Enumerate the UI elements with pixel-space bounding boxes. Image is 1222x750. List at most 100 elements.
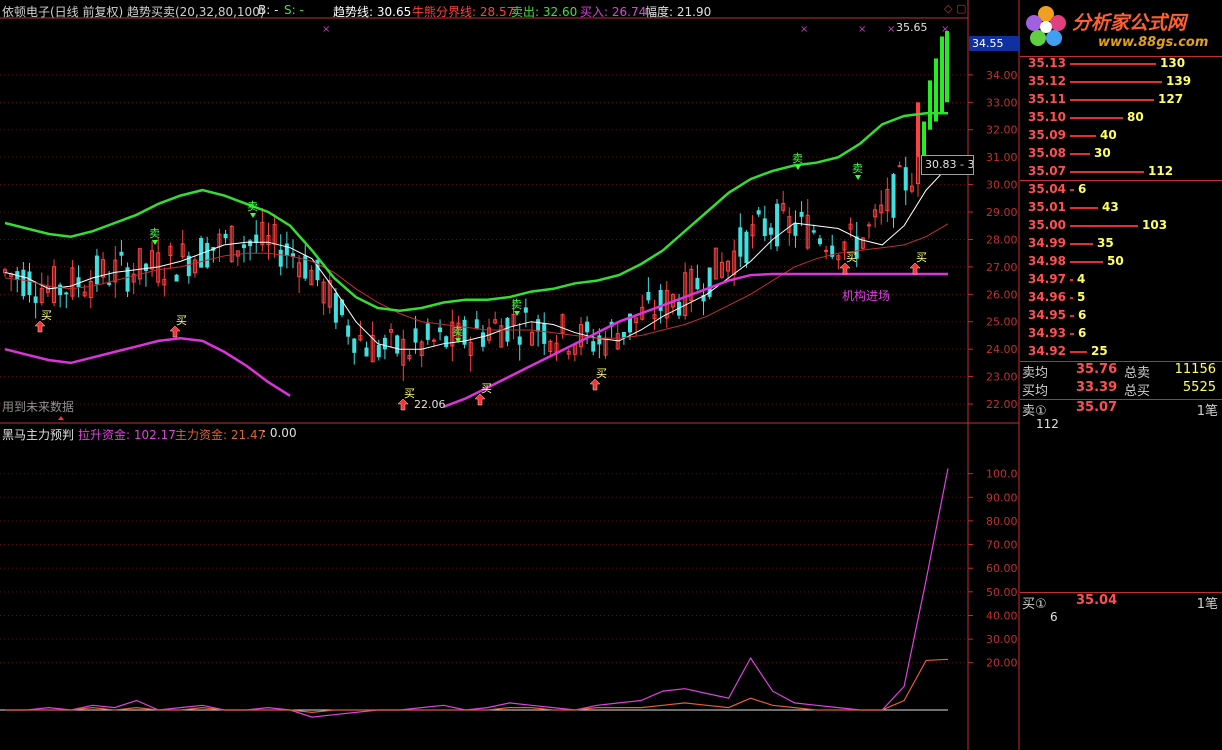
candle-body <box>646 291 651 301</box>
sub-title: 黑马主力预判 <box>2 428 75 442</box>
ask-volume: 80 <box>1127 110 1144 124</box>
candle-body <box>278 249 283 267</box>
candle-body <box>223 233 228 239</box>
candle-body <box>756 210 761 215</box>
bid-volume-bar <box>1070 351 1087 353</box>
candle-body <box>585 321 590 333</box>
ask-volume: 112 <box>1148 164 1174 178</box>
buy-marker: 买 <box>846 251 857 264</box>
ask-volume: 139 <box>1166 74 1192 88</box>
ask-volume-bar <box>1070 63 1156 65</box>
buy-arrow-icon <box>34 320 46 333</box>
candle-body <box>817 238 822 245</box>
buy-arrow-icon <box>474 393 486 406</box>
bid-price: 34.92 <box>1028 344 1066 358</box>
trend-value: 30.65 <box>376 5 412 19</box>
candle-body <box>523 307 528 313</box>
sell-arrow-icon <box>795 165 801 170</box>
sell-summary-row: 卖均 35.76 总卖 11156 <box>1020 362 1222 381</box>
sell-arrow-icon <box>152 240 158 245</box>
y-tick-label: 23.00 <box>986 371 1018 384</box>
candle-body <box>33 296 38 303</box>
trend-label: 趋势线: 30.65 <box>333 5 412 19</box>
sell-marker: 卖 <box>247 200 258 213</box>
y-tick-label: 28.00 <box>986 233 1018 246</box>
bid1-row: 买① 35.04 1笔 <box>1020 593 1222 612</box>
bid-volume: 6 <box>1078 308 1087 322</box>
candle-body <box>897 165 902 168</box>
bid-volume-bar <box>1070 189 1074 191</box>
candle-body <box>143 263 148 271</box>
y-tick-label: 30.00 <box>986 633 1018 646</box>
sell-arrow-icon <box>855 175 861 180</box>
candle-body <box>21 269 26 297</box>
candle-body <box>205 242 210 268</box>
sell-marker: 卖 <box>149 227 160 240</box>
sell-avg-label: 卖均 <box>1022 366 1049 381</box>
low-price-label: 22.06 <box>414 398 446 411</box>
crosshair-price-box: 30.83 - 3 <box>921 155 974 175</box>
order-book-panel: 分析家公式网 www.88gs.com 35.13 130 35.12 139 35.1… <box>1020 0 1222 750</box>
bid-row: 34.99 35 <box>1020 235 1222 253</box>
candle-body <box>431 339 436 342</box>
ask-price: 35.08 <box>1028 146 1066 160</box>
lift-value: 102.17 <box>133 428 176 442</box>
candle-body <box>597 335 602 345</box>
main-fund-label: 主力资金: 21.47 <box>175 428 266 442</box>
s-label: S: - <box>284 3 304 17</box>
range-value: 21.90 <box>676 5 712 19</box>
buy-marker: 买 <box>596 367 607 380</box>
candle-body <box>811 230 816 233</box>
x-marker-icon: × <box>858 24 866 35</box>
ask-volume-bar <box>1070 153 1090 155</box>
x-marker-icon: × <box>887 24 895 35</box>
bid-price: 34.97 <box>1028 272 1066 286</box>
y-tick-label: 90.00 <box>986 491 1018 504</box>
window-controls-icon[interactable]: ◇ ▢ <box>944 2 966 15</box>
sell-arrow-icon <box>250 213 256 218</box>
candle-body <box>413 328 418 343</box>
sell-marker: 卖 <box>792 152 803 165</box>
y-tick-label: 80.00 <box>986 515 1018 528</box>
bid-volume: 25 <box>1091 344 1108 358</box>
candle-body <box>248 240 253 247</box>
y-tick-label: 30.00 <box>986 179 1018 192</box>
candle-body <box>793 223 798 236</box>
logo-text: 分析家公式网 <box>1072 12 1187 34</box>
logo-area: 分析家公式网 www.88gs.com <box>1020 0 1222 58</box>
y-tick-label: 34.00 <box>986 69 1018 82</box>
bid-price: 34.96 <box>1028 290 1066 304</box>
bullbear-value: 28.57 <box>479 5 515 19</box>
buy-marker: 买 <box>176 314 187 327</box>
ask-row: 35.09 40 <box>1020 127 1222 145</box>
y-tick-label: 20.00 <box>986 657 1018 670</box>
date-marker-icon <box>58 416 64 420</box>
ask-row: 35.13 130 <box>1020 55 1222 73</box>
candle-body <box>119 251 124 256</box>
candle-body <box>438 327 443 333</box>
ask-price: 35.07 <box>1028 164 1066 178</box>
y-tick-label: 27.00 <box>986 261 1018 274</box>
x-marker-icon: × <box>800 24 808 35</box>
bid-volume: 5 <box>1077 290 1086 304</box>
x-marker-icon: × <box>941 24 949 35</box>
buy-total-value: 5525 <box>1182 380 1216 395</box>
bid-price: 35.04 <box>1028 182 1066 196</box>
candle-body <box>241 244 246 249</box>
ask-price: 35.10 <box>1028 110 1066 124</box>
bid1-label: 买① <box>1022 597 1047 612</box>
candle-body <box>824 249 829 252</box>
ask-volume: 127 <box>1158 92 1184 106</box>
candle-body <box>346 325 351 337</box>
candle-body <box>376 344 381 358</box>
ask-volume: 30 <box>1094 146 1111 160</box>
bid-row: 35.04 6 <box>1020 181 1222 199</box>
bid1-unit: 1笔 <box>1196 597 1218 612</box>
buy-arrow-icon <box>839 262 851 275</box>
buy-total-label: 总买 <box>1124 384 1151 399</box>
buy-marker: 买 <box>916 251 927 264</box>
candle-body <box>27 271 32 296</box>
candle-body <box>695 277 700 290</box>
buy-arrow-icon <box>909 262 921 275</box>
ask-price: 35.13 <box>1028 56 1066 70</box>
